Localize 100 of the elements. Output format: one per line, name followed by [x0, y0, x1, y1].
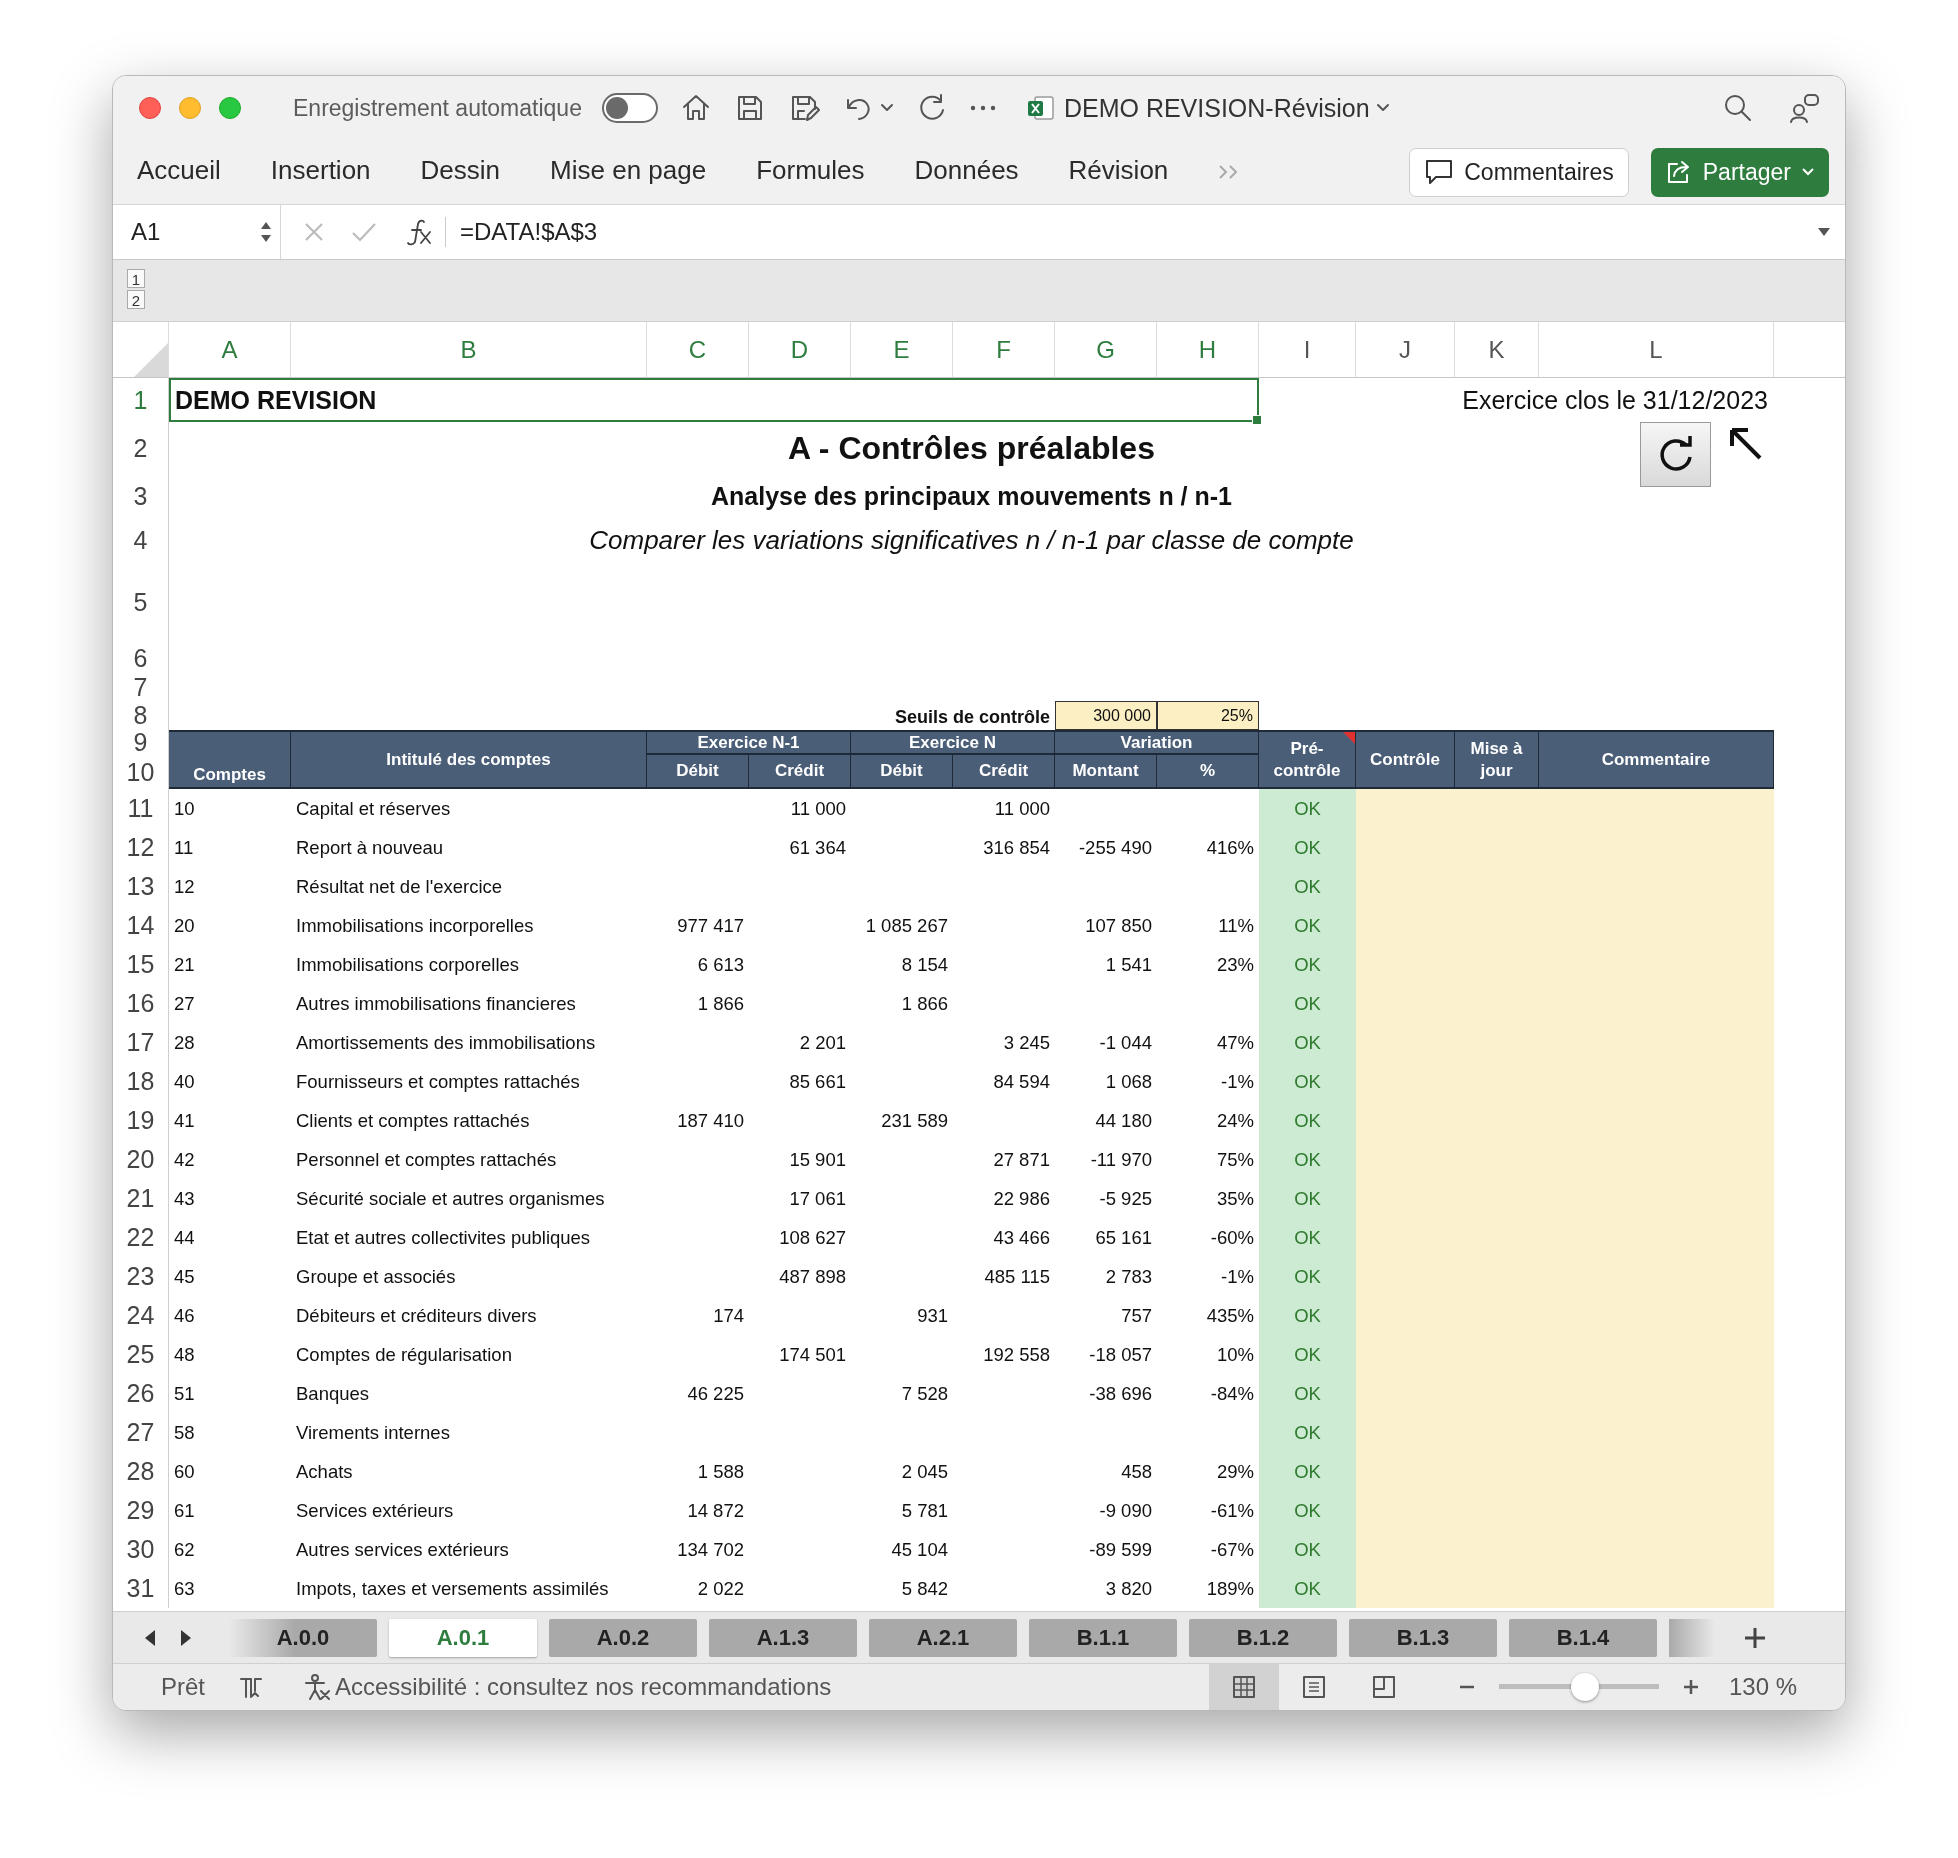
row-header[interactable]: 16 — [113, 984, 169, 1023]
row-header[interactable]: 8 — [113, 701, 169, 730]
accessibility-icon[interactable] — [303, 1673, 331, 1701]
share-button[interactable]: Partager — [1650, 147, 1829, 197]
row-header[interactable]: 15 — [113, 945, 169, 984]
more-icon[interactable] — [969, 104, 996, 112]
column-header[interactable]: J — [1356, 322, 1455, 378]
sheet-tab[interactable]: A.0.0 — [229, 1618, 377, 1657]
person-icon[interactable] — [1789, 92, 1821, 124]
column-header[interactable]: K — [1455, 322, 1539, 378]
autosave-toggle[interactable] — [601, 93, 658, 123]
spinner-arrows-icon[interactable] — [260, 221, 272, 243]
sheet-tab[interactable]: A.0.2 — [549, 1618, 697, 1657]
sheet-tab[interactable]: B.1.1 — [1029, 1618, 1177, 1657]
sheet-tab[interactable]: A.0.1 — [389, 1618, 537, 1657]
check-icon[interactable] — [351, 221, 377, 243]
table-cell-text: Sécurité sociale et autres organismes — [295, 1186, 606, 1211]
column-header[interactable]: D — [749, 322, 851, 378]
row-header[interactable]: 1 — [113, 378, 169, 422]
column-header[interactable]: A — [169, 322, 291, 378]
row-header[interactable]: 4 — [113, 518, 169, 562]
selected-cell[interactable]: DEMO REVISION — [169, 378, 1259, 422]
table-cell-text: 6 613 — [696, 952, 745, 977]
caret-icon[interactable] — [1375, 103, 1390, 113]
sheet-tab[interactable]: B.1.3 — [1349, 1618, 1497, 1657]
row-header[interactable]: 13 — [113, 867, 169, 906]
column-heading: Crédit — [749, 755, 851, 789]
column-header[interactable]: I — [1259, 322, 1356, 378]
row-header[interactable]: 19 — [113, 1101, 169, 1140]
row-header[interactable]: 24 — [113, 1296, 169, 1335]
row-header[interactable]: 28 — [113, 1452, 169, 1491]
column-header[interactable]: B — [291, 322, 647, 378]
refresh-button[interactable] — [1640, 422, 1711, 487]
column-heading: Mise à jour — [1455, 730, 1539, 789]
column-header[interactable]: C — [647, 322, 749, 378]
triangle-left-icon[interactable] — [143, 1628, 157, 1647]
search-icon[interactable] — [1723, 93, 1753, 123]
row-header[interactable]: 31 — [113, 1569, 169, 1608]
ribbon-tab[interactable]: Formules — [756, 149, 865, 195]
threshold-cell[interactable]: 25% — [1157, 701, 1259, 730]
column-header[interactable]: L — [1539, 322, 1774, 378]
row-header[interactable]: 25 — [113, 1335, 169, 1374]
row-header[interactable]: 26 — [113, 1374, 169, 1413]
comments-button[interactable]: Commentaires — [1409, 147, 1629, 197]
row-header[interactable]: 20 — [113, 1140, 169, 1179]
slider-thumb[interactable] — [1571, 1673, 1600, 1701]
table-cell-text: Personnel et comptes rattachés — [295, 1147, 558, 1172]
table-cell-text: 1 085 267 — [864, 913, 949, 938]
zoom-button[interactable] — [219, 97, 241, 119]
ribbon-tab[interactable]: Accueil — [137, 149, 221, 195]
table-cell-text: 48 — [173, 1342, 196, 1367]
outline-level-button[interactable]: 1 — [127, 269, 145, 288]
column-header[interactable]: E — [851, 322, 953, 378]
row-header[interactable]: 17 — [113, 1023, 169, 1062]
fill-handle[interactable] — [1252, 415, 1262, 425]
row-header[interactable]: 11 — [113, 789, 169, 828]
normal-view-button[interactable] — [1208, 1664, 1279, 1710]
sheet-tab[interactable]: B.1.2 — [1189, 1618, 1337, 1657]
minus-icon[interactable] — [1458, 1685, 1475, 1689]
accessibility-status[interactable]: Accessibilité : consultez nos recommandations — [335, 1673, 832, 1701]
arrow-up-left-icon[interactable] — [1728, 426, 1764, 462]
ribbon-tab[interactable]: Insertion — [270, 149, 371, 195]
row-header[interactable]: 14 — [113, 906, 169, 945]
ribbon-tab[interactable]: Dessin — [420, 149, 501, 195]
row-header[interactable]: 29 — [113, 1491, 169, 1530]
row-header[interactable]: 30 — [113, 1530, 169, 1569]
outline-level-button[interactable]: 2 — [127, 290, 145, 309]
sheet-tab[interactable]: B.1.4 — [1509, 1618, 1657, 1657]
ribbon-tab[interactable]: Révision — [1068, 149, 1169, 195]
plus-icon[interactable] — [1682, 1679, 1699, 1695]
column-header[interactable]: F — [953, 322, 1055, 378]
row-header[interactable]: 7 — [113, 674, 169, 701]
zoom-level[interactable]: 130 % — [1728, 1673, 1797, 1701]
table-cell-text: 1 068 — [1104, 1069, 1153, 1094]
dropdown-arrow-icon[interactable] — [1817, 227, 1831, 237]
column-header[interactable]: H — [1157, 322, 1259, 378]
ribbon-tab[interactable]: Données — [914, 149, 1019, 195]
row-header[interactable]: 18 — [113, 1062, 169, 1101]
formula-text[interactable]: =DATA!$A$3 — [460, 218, 598, 246]
row-header[interactable]: 3 — [113, 474, 169, 518]
column-header[interactable]: G — [1055, 322, 1157, 378]
close-button[interactable] — [139, 97, 161, 119]
row-header[interactable]: 27 — [113, 1413, 169, 1452]
row-header[interactable]: 6 — [113, 643, 169, 674]
table-cell-text: 11% — [1217, 913, 1255, 938]
name-box[interactable]: A1 — [113, 205, 281, 259]
row-header[interactable]: 23 — [113, 1257, 169, 1296]
ribbon-tab[interactable]: Mise en page — [550, 149, 707, 195]
row-header[interactable]: 2 — [113, 422, 169, 474]
threshold-cell[interactable]: 300 000 — [1055, 701, 1157, 730]
sheet-tab[interactable]: A.1.3 — [709, 1618, 857, 1657]
sheet-tab[interactable]: A.2.1 — [869, 1618, 1017, 1657]
row-header[interactable]: 22 — [113, 1218, 169, 1257]
triangle-right-icon[interactable] — [179, 1628, 193, 1647]
table-cell-text: Impots, taxes et versements assimilés — [295, 1576, 610, 1601]
row-header[interactable]: 5 — [113, 562, 169, 643]
caret-icon[interactable] — [879, 103, 894, 113]
row-header[interactable]: 21 — [113, 1179, 169, 1218]
row-header[interactable]: 12 — [113, 828, 169, 867]
document-title[interactable]: DEMO REVISION-Révision — [1063, 93, 1370, 123]
